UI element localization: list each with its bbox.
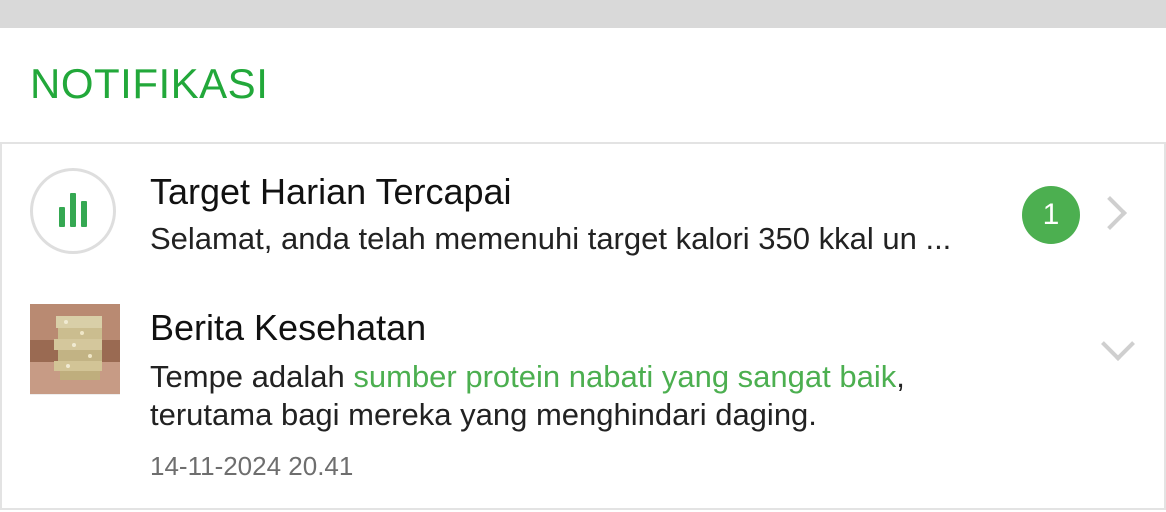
chevron-right-icon[interactable]: [1093, 196, 1127, 230]
status-bar: [0, 0, 1166, 28]
notification-message: Tempe adalah sumber protein nabati yang …: [150, 358, 905, 396]
unread-count-badge: 1: [1022, 186, 1080, 244]
message-highlight-link[interactable]: sumber protein nabati yang sangat baik: [353, 359, 896, 394]
notification-timestamp: 14-11-2024 20.41: [150, 451, 354, 481]
message-text: Tempe adalah: [150, 359, 354, 394]
chevron-down-icon[interactable]: [1101, 327, 1135, 361]
message-text: ,: [896, 359, 905, 394]
notification-title: Target Harian Tercapai: [150, 171, 512, 212]
bar-chart-icon: [30, 168, 116, 254]
notification-title: Berita Kesehatan: [150, 307, 427, 348]
page-title: NOTIFIKASI: [30, 60, 269, 107]
notification-item-daily-target[interactable]: Target Harian Tercapai Selamat, anda tel…: [0, 142, 1166, 282]
news-thumbnail-image: [30, 304, 120, 395]
notification-message-line2: terutama bagi mereka yang menghindari da…: [150, 397, 817, 432]
notification-item-health-news[interactable]: Berita Kesehatan Tempe adalah sumber pro…: [0, 280, 1166, 510]
notification-message: Selamat, anda telah memenuhi target kalo…: [150, 221, 952, 256]
